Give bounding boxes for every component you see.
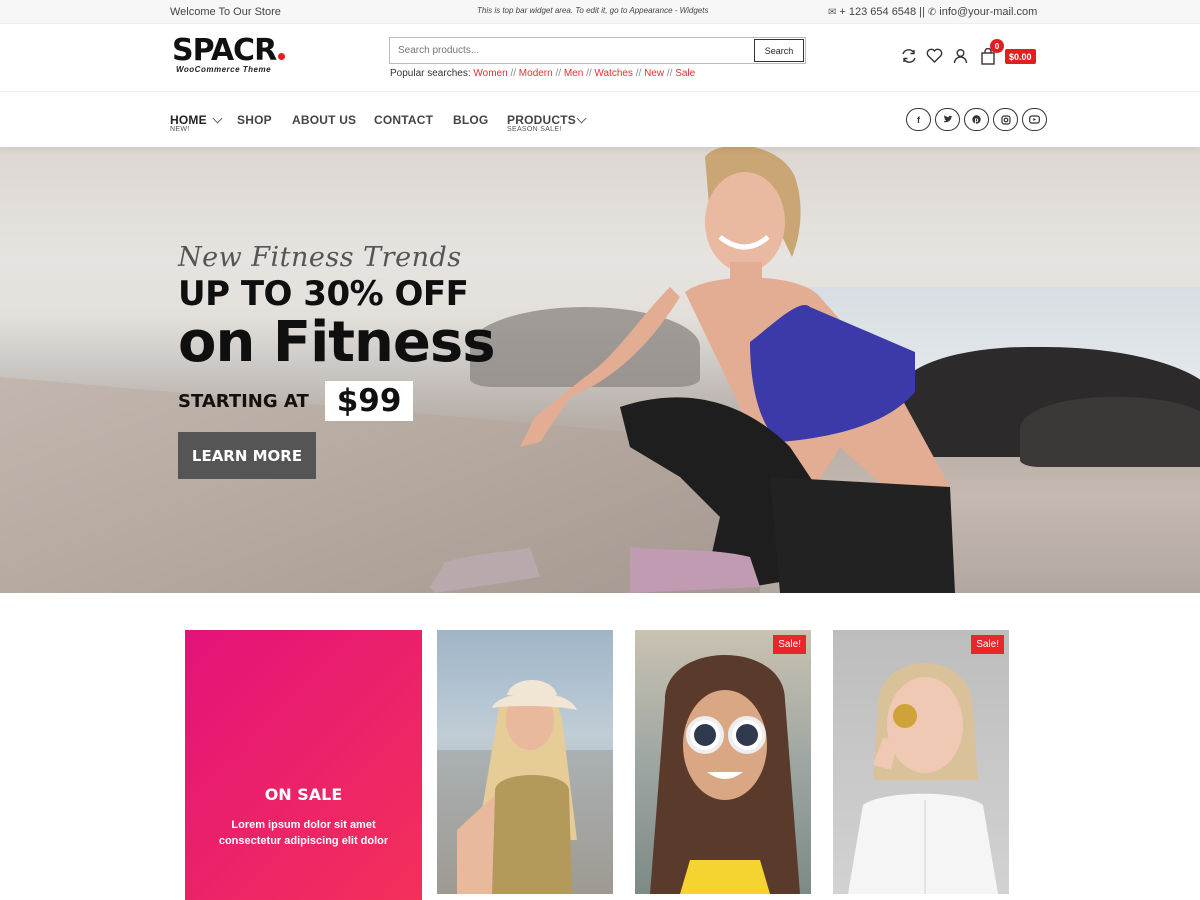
mail-icon: ✉: [828, 6, 837, 18]
nav-item-blog[interactable]: BLOG: [453, 113, 488, 127]
hero-text: New Fitness Trends UP TO 30% OFF on Fitn…: [178, 242, 496, 479]
product-card[interactable]: Sale!: [635, 630, 811, 894]
logo-name: SPACR: [172, 33, 277, 68]
popular-tag-modern[interactable]: Modern: [519, 68, 553, 79]
learn-more-button[interactable]: LEARN MORE: [178, 432, 316, 479]
popular-tag-women[interactable]: Women: [473, 68, 507, 79]
welcome-text: Welcome To Our Store: [170, 6, 281, 18]
youtube-icon[interactable]: [1022, 108, 1047, 131]
hero-banner: New Fitness Trends UP TO 30% OFF on Fitn…: [0, 147, 1200, 593]
popular-searches: Popular searches: Women // Modern // Men…: [390, 68, 696, 79]
promo-description: Lorem ipsum dolor sit amet consectetur a…: [218, 819, 389, 847]
popular-tag-new[interactable]: New: [644, 68, 664, 79]
product-image: [437, 680, 613, 894]
product-image: [848, 663, 998, 894]
nav-item-shop[interactable]: SHOP: [237, 113, 272, 127]
search-form: Search: [389, 37, 806, 64]
header-icons: [900, 46, 998, 66]
nav-item-about-us[interactable]: ABOUT US: [292, 113, 356, 127]
instagram-icon[interactable]: [993, 108, 1018, 131]
logo-tagline: WooCommerce Theme: [176, 65, 272, 74]
search-input[interactable]: [390, 38, 754, 63]
popular-tag-watches[interactable]: Watches: [594, 68, 633, 79]
hero-model-image: [430, 147, 955, 593]
promo-title: ON SALE: [264, 785, 343, 804]
search-button[interactable]: Search: [754, 39, 804, 62]
compare-icon[interactable]: [900, 48, 917, 65]
cart-total-badge[interactable]: $0.00: [1005, 49, 1036, 64]
cart-count-badge: 0: [990, 39, 1004, 53]
nav-item-contact[interactable]: CONTACT: [374, 113, 433, 127]
on-sale-promo-card[interactable]: ON SALE Lorem ipsum dolor sit amet conse…: [185, 630, 422, 900]
starting-at-label: STARTING AT: [178, 390, 309, 412]
hero-background-rock: [1020, 397, 1200, 467]
hero-price: $99: [324, 381, 414, 421]
hero-headline: UP TO 30% OFF: [178, 274, 469, 314]
contact-info: ✉ + 123 654 6548 || ✆ info@your-mail.com: [828, 6, 1037, 18]
hero-price-row: STARTING AT $99: [178, 381, 495, 421]
logo-dot: [278, 53, 286, 60]
nav-sub-home: NEW!: [170, 126, 190, 133]
popular-tag-sale[interactable]: Sale: [675, 68, 695, 79]
popular-tag-men[interactable]: Men: [564, 68, 583, 79]
hero-subtitle: New Fitness Trends: [178, 242, 462, 273]
twitter-icon[interactable]: [935, 108, 960, 131]
nav-item-home[interactable]: HOME: [170, 113, 207, 127]
account-user-icon[interactable]: [952, 48, 969, 65]
sale-badge: Sale!: [971, 635, 1004, 654]
site-header: SPACR WooCommerce Theme Search Popular s…: [0, 24, 1200, 92]
facebook-icon[interactable]: f: [906, 108, 931, 131]
popular-label: Popular searches:: [390, 68, 471, 79]
product-card[interactable]: Sale!: [833, 630, 1009, 894]
widget-area-text: This is top bar widget area. To edit it,…: [477, 6, 709, 15]
social-links: f p: [906, 108, 1047, 131]
product-card[interactable]: [437, 630, 613, 894]
nav-item-products[interactable]: PRODUCTS: [507, 113, 576, 127]
top-bar: Welcome To Our Store This is top bar wid…: [0, 0, 1200, 24]
product-image: [650, 655, 800, 894]
chevron-down-icon: [576, 113, 587, 124]
email-link[interactable]: info@your-mail.com: [939, 6, 1037, 18]
phone-number[interactable]: + 123 654 6548: [839, 6, 916, 18]
chevron-down-icon: [212, 113, 223, 124]
nav-sub-products: SEASON SALE!: [507, 126, 562, 133]
logo[interactable]: SPACR WooCommerce Theme: [172, 33, 286, 74]
wishlist-heart-icon[interactable]: [926, 48, 943, 65]
svg-text:p: p: [975, 117, 979, 124]
separator: ||: [919, 6, 925, 18]
phone-icon: ✆: [927, 6, 937, 18]
main-navigation: HOME NEW! SHOP ABOUT US CONTACT BLOG PRO…: [0, 93, 1200, 147]
pinterest-icon[interactable]: p: [964, 108, 989, 131]
sale-badge: Sale!: [773, 635, 806, 654]
hero-headline-large: on Fitness: [178, 310, 496, 375]
